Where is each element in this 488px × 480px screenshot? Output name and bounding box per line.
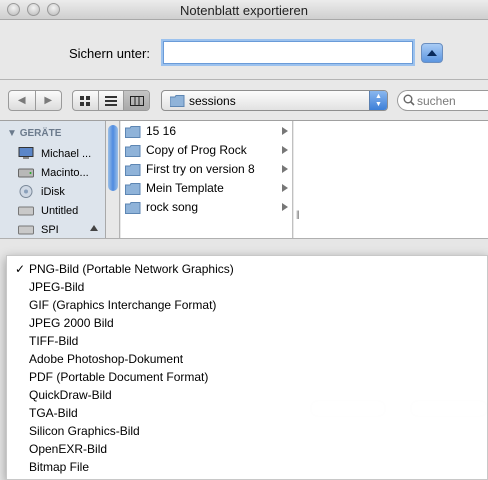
- sidebar-header: ▼ GERÄTE: [7, 128, 62, 139]
- list-view-button[interactable]: [97, 91, 124, 110]
- list-item[interactable]: Mein Template: [121, 179, 293, 198]
- list-lines-icon: [105, 95, 117, 106]
- disclosure-arrow-icon: [282, 146, 288, 154]
- folder-icon: [125, 183, 141, 195]
- checkmark-icon: ✓: [15, 262, 26, 276]
- sidebar-item-idisk[interactable]: iDisk: [8, 183, 105, 202]
- menu-item-openexr[interactable]: OpenEXR-Bild: [7, 440, 477, 458]
- folder-name: First try on version 8: [146, 162, 255, 176]
- menu-item-label: TIFF-Bild: [29, 334, 79, 348]
- folder-name: rock song: [146, 200, 199, 214]
- computer-icon: [18, 147, 34, 159]
- menu-item-jpeg[interactable]: JPEG-Bild: [7, 278, 477, 296]
- folder-column: 15 16 Copy of Prog Rock First try on ver…: [121, 121, 293, 239]
- menu-item-png[interactable]: ✓ PNG-Bild (Portable Network Graphics): [7, 260, 477, 278]
- window-title: Notenblatt exportieren: [180, 3, 308, 18]
- scrollbar-thumb[interactable]: [108, 125, 118, 191]
- format-popup-menu: ✓ PNG-Bild (Portable Network Graphics) J…: [6, 255, 488, 480]
- save-as-input[interactable]: [163, 41, 413, 64]
- menu-item-sgi[interactable]: Silicon Graphics-Bild: [7, 422, 477, 440]
- search-field[interactable]: suchen: [397, 90, 488, 111]
- disk-icon: [18, 206, 34, 216]
- sidebar-item-untitled[interactable]: Untitled: [8, 202, 105, 221]
- folder-icon: [125, 126, 141, 138]
- menu-item-tga[interactable]: TGA-Bild: [7, 404, 477, 422]
- menu-item-gif[interactable]: GIF (Graphics Interchange Format): [7, 296, 477, 314]
- back-forward-control: ◀ ▶: [8, 90, 62, 111]
- icon-view-button[interactable]: [73, 91, 98, 110]
- menu-item-label: PNG-Bild (Portable Network Graphics): [29, 262, 234, 276]
- folder-icon: [125, 202, 141, 214]
- menu-item-jpeg2000[interactable]: JPEG 2000 Bild: [7, 314, 477, 332]
- list-item[interactable]: 15 16: [121, 122, 293, 141]
- menu-item-tiff[interactable]: TIFF-Bild: [7, 332, 477, 350]
- menu-item-label: QuickDraw-Bild: [29, 388, 112, 402]
- menu-item-label: JPEG 2000 Bild: [29, 316, 114, 330]
- menu-item-label: Bitmap File: [29, 460, 90, 474]
- column-view-button[interactable]: [123, 91, 149, 110]
- separator: [0, 79, 488, 80]
- column-resize-handle[interactable]: ||: [296, 209, 300, 219]
- disclosure-arrow-icon: [282, 127, 288, 135]
- empty-column: [294, 121, 488, 239]
- folder-name: 15 16: [146, 124, 177, 138]
- search-placeholder: suchen: [417, 94, 456, 108]
- disclosure-arrow-icon: [282, 203, 288, 211]
- list-item[interactable]: First try on version 8: [121, 160, 293, 179]
- menu-item-bitmap[interactable]: Bitmap File: [7, 458, 477, 476]
- menu-item-label: Adobe Photoshop-Dokument: [29, 352, 184, 366]
- sidebar-item-label: Macinto...: [41, 167, 89, 179]
- icon-grid-icon: [79, 95, 90, 106]
- sidebar: ▼ GERÄTE Michael ... Macinto... iDisk Un…: [0, 121, 106, 239]
- sidebar-item-spi[interactable]: SPI: [8, 221, 105, 239]
- forward-button[interactable]: ▶: [36, 91, 62, 110]
- back-arrow-icon: ◀: [17, 95, 26, 106]
- popup-arrows-icon: ▲ ▼: [369, 91, 387, 110]
- view-mode-control: [72, 90, 150, 111]
- idisk-icon: [19, 185, 33, 198]
- sidebar-item-label: iDisk: [41, 186, 65, 198]
- expand-dialog-button[interactable]: [421, 43, 443, 63]
- menu-item-quickdraw[interactable]: QuickDraw-Bild: [7, 386, 477, 404]
- forward-arrow-icon: ▶: [44, 95, 53, 106]
- hard-drive-icon: [18, 168, 34, 178]
- sidebar-scrollbar[interactable]: [106, 121, 120, 239]
- disclosure-arrow-icon: [282, 165, 288, 173]
- list-item[interactable]: rock song: [121, 198, 293, 217]
- folder-name: Copy of Prog Rock: [146, 143, 247, 157]
- disk-icon: [18, 225, 34, 235]
- save-as-label: Sichern unter:: [69, 46, 150, 61]
- menu-item-label: OpenEXR-Bild: [29, 442, 108, 456]
- menu-item-label: GIF (Graphics Interchange Format): [29, 298, 217, 312]
- sidebar-item-label: SPI: [41, 224, 59, 236]
- folder-icon: [125, 145, 141, 157]
- back-button[interactable]: ◀: [9, 91, 36, 110]
- eject-icon[interactable]: [90, 225, 98, 231]
- file-browser: ▼ GERÄTE Michael ... Macinto... iDisk Un…: [0, 120, 488, 239]
- path-popup[interactable]: sessions ▲ ▼: [161, 90, 388, 111]
- folder-icon: [125, 164, 141, 176]
- path-popup-label: sessions: [189, 94, 236, 108]
- menu-item-photoshop[interactable]: Adobe Photoshop-Dokument: [7, 350, 477, 368]
- menu-item-label: Silicon Graphics-Bild: [29, 424, 140, 438]
- sidebar-item-label: Michael ...: [41, 148, 92, 160]
- menu-item-label: TGA-Bild: [29, 406, 78, 420]
- disclosure-up-icon: [427, 50, 437, 56]
- title-bar: Notenblatt exportieren: [0, 0, 488, 20]
- folder-icon: [170, 95, 185, 107]
- folder-name: Mein Template: [146, 181, 224, 195]
- sidebar-item-label: Untitled: [41, 205, 79, 217]
- sidebar-item-michael[interactable]: Michael ...: [8, 145, 105, 164]
- sidebar-item-macintosh[interactable]: Macinto...: [8, 164, 105, 183]
- columns-icon: [129, 95, 144, 106]
- menu-item-pdf[interactable]: PDF (Portable Document Format): [7, 368, 477, 386]
- list-item[interactable]: Copy of Prog Rock: [121, 141, 293, 160]
- disclosure-arrow-icon: [282, 184, 288, 192]
- search-icon: [403, 94, 415, 106]
- menu-item-label: JPEG-Bild: [29, 280, 85, 294]
- menu-item-label: PDF (Portable Document Format): [29, 370, 209, 384]
